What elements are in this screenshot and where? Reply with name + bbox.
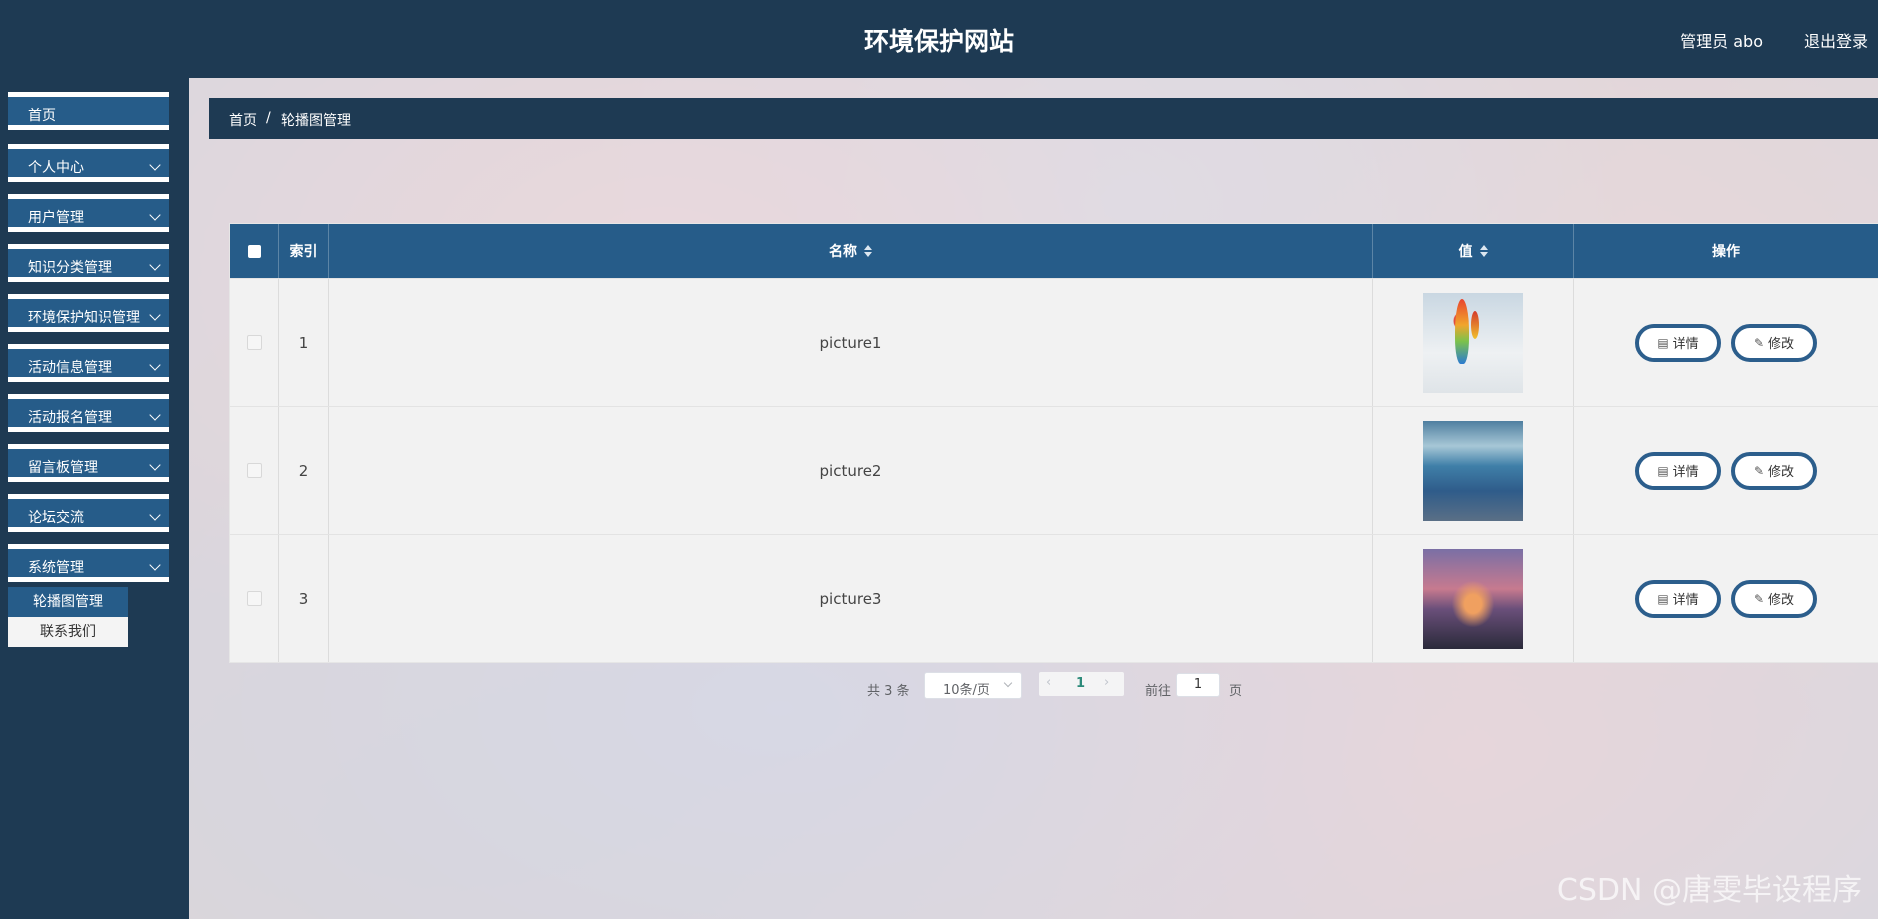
pencil-icon: ✎ xyxy=(1753,335,1765,350)
watermark-text: CSDN @唐雯毕设程序 xyxy=(1556,873,1862,908)
row-name: picture3 xyxy=(819,589,882,608)
sidebar-item-knowledge-category[interactable]: 知识分类管理 xyxy=(8,244,169,282)
next-page-button[interactable]: › xyxy=(1104,675,1109,690)
sidebar-item-personal-center[interactable]: 个人中心 xyxy=(8,144,169,182)
edit-button-label: 修改 xyxy=(1768,593,1795,608)
sort-icon[interactable] xyxy=(1479,245,1488,257)
chevron-down-icon xyxy=(149,309,161,321)
column-header-value[interactable]: 值 xyxy=(1373,224,1574,278)
document-icon: ▤ xyxy=(1657,463,1669,478)
sidebar-subitem-carousel[interactable]: 轮播图管理 xyxy=(8,587,128,617)
row-image-thumbnail xyxy=(1423,292,1523,393)
row-checkbox[interactable] xyxy=(246,591,262,606)
page-number-current[interactable]: 1 xyxy=(1076,676,1085,691)
table-row: 2 picture2 ▤ 详情 ✎ 修改 xyxy=(230,406,1878,534)
goto-label: 前往 xyxy=(1145,684,1172,699)
chevron-down-icon xyxy=(1003,678,1013,688)
sidebar-item-system[interactable]: 系统管理 xyxy=(8,544,169,582)
sidebar-item-label: 用户管理 xyxy=(28,210,84,226)
edit-button[interactable]: ✎ 修改 xyxy=(1731,579,1817,618)
sidebar-item-message-board[interactable]: 留言板管理 xyxy=(8,444,169,482)
sidebar-item-label: 活动报名管理 xyxy=(28,410,112,426)
chevron-down-icon xyxy=(149,159,161,171)
page-size-value: 10条/页 xyxy=(943,683,990,698)
edit-button-label: 修改 xyxy=(1768,465,1795,480)
chevron-down-icon xyxy=(149,359,161,371)
sidebar-item-environment-knowledge[interactable]: 环境保护知识管理 xyxy=(8,294,169,332)
sidebar-item-label: 首页 xyxy=(28,108,56,124)
breadcrumb-separator: / xyxy=(266,110,271,126)
sidebar-item-forum[interactable]: 论坛交流 xyxy=(8,494,169,532)
edit-button[interactable]: ✎ 修改 xyxy=(1731,451,1817,490)
chevron-down-icon xyxy=(149,459,161,471)
edit-button[interactable]: ✎ 修改 xyxy=(1731,323,1817,362)
sidebar-item-label: 知识分类管理 xyxy=(28,260,112,276)
column-header-actions: 操作 xyxy=(1712,244,1740,260)
chevron-down-icon xyxy=(149,559,161,571)
sidebar: 首页 个人中心 用户管理 知识分类管理 环境保护知识管理 活动信息管理 活动报名… xyxy=(0,78,189,919)
column-header-index: 索引 xyxy=(289,244,318,260)
breadcrumb-current: 轮播图管理 xyxy=(281,113,351,129)
table-header: 索引 名称 值 操作 xyxy=(230,224,1878,278)
site-title: 环境保护网站 xyxy=(863,27,1014,56)
detail-button-label: 详情 xyxy=(1672,593,1699,608)
row-checkbox[interactable] xyxy=(246,335,262,350)
detail-button[interactable]: ▤ 详情 xyxy=(1635,579,1721,618)
sidebar-item-label: 留言板管理 xyxy=(28,460,98,476)
sidebar-item-label: 论坛交流 xyxy=(28,510,84,526)
chevron-down-icon xyxy=(149,409,161,421)
column-header-name[interactable]: 名称 xyxy=(329,224,1373,278)
document-icon: ▤ xyxy=(1657,591,1669,606)
pencil-icon: ✎ xyxy=(1753,463,1765,478)
detail-button-label: 详情 xyxy=(1672,465,1699,480)
sidebar-item-users[interactable]: 用户管理 xyxy=(8,194,169,232)
chevron-down-icon xyxy=(149,509,161,521)
row-index: 3 xyxy=(298,589,309,608)
sort-icon[interactable] xyxy=(864,245,872,257)
row-index: 1 xyxy=(298,333,309,352)
column-header-name-label: 名称 xyxy=(829,244,857,260)
detail-button[interactable]: ▤ 详情 xyxy=(1635,451,1721,490)
pagination-total: 共 3 条 xyxy=(867,684,910,699)
row-checkbox[interactable] xyxy=(246,463,262,478)
table-row: 3 picture3 ▤ 详情 ✎ 修改 xyxy=(230,534,1878,662)
chevron-down-icon xyxy=(149,209,161,221)
breadcrumb-home[interactable]: 首页 xyxy=(229,110,257,130)
select-all-checkbox[interactable] xyxy=(247,244,261,258)
detail-button[interactable]: ▤ 详情 xyxy=(1635,323,1721,362)
page-unit-label: 页 xyxy=(1229,684,1243,699)
document-icon: ▤ xyxy=(1657,335,1669,350)
table-row: 1 picture1 ▤ 详情 ✎ 修改 xyxy=(230,278,1878,406)
main-content: 首页 / 轮播图管理 索引 名称 值 操作 1 picture1 ▤ 详情 ✎ 修 xyxy=(189,78,1878,919)
row-image-thumbnail xyxy=(1423,548,1523,649)
current-user: 管理员 abo xyxy=(1680,32,1763,51)
page-size-select[interactable]: 10条/页 xyxy=(924,672,1022,699)
chevron-down-icon xyxy=(149,259,161,271)
row-index: 2 xyxy=(298,461,309,480)
page-buttons: ‹ 1 › xyxy=(1039,672,1124,696)
column-header-value-label: 值 xyxy=(1458,244,1473,260)
row-name: picture1 xyxy=(819,333,882,352)
sidebar-item-activity-info[interactable]: 活动信息管理 xyxy=(8,344,169,382)
row-image-thumbnail xyxy=(1423,420,1523,521)
sidebar-item-label: 系统管理 xyxy=(28,560,84,576)
edit-button-label: 修改 xyxy=(1768,337,1795,352)
logout-button[interactable]: 退出登录 xyxy=(1804,28,1868,52)
sidebar-item-label: 个人中心 xyxy=(28,160,84,176)
row-name: picture2 xyxy=(819,461,882,480)
sidebar-item-home[interactable]: 首页 xyxy=(8,92,169,130)
detail-button-label: 详情 xyxy=(1672,337,1699,352)
sidebar-subitem-contact[interactable]: 联系我们 xyxy=(8,617,128,647)
breadcrumb: 首页 / 轮播图管理 xyxy=(209,98,1878,139)
prev-page-button[interactable]: ‹ xyxy=(1046,675,1051,690)
top-header: 环境保护网站 管理员 abo 退出登录 xyxy=(0,0,1878,78)
sidebar-item-label: 活动信息管理 xyxy=(28,360,112,376)
carousel-table: 索引 名称 值 操作 1 picture1 ▤ 详情 ✎ 修改 2 pictur… xyxy=(229,223,1878,663)
goto-page-input[interactable]: 1 xyxy=(1176,673,1220,697)
pencil-icon: ✎ xyxy=(1753,591,1765,606)
sidebar-item-activity-signup[interactable]: 活动报名管理 xyxy=(8,394,169,432)
sidebar-item-label: 环境保护知识管理 xyxy=(28,310,140,326)
